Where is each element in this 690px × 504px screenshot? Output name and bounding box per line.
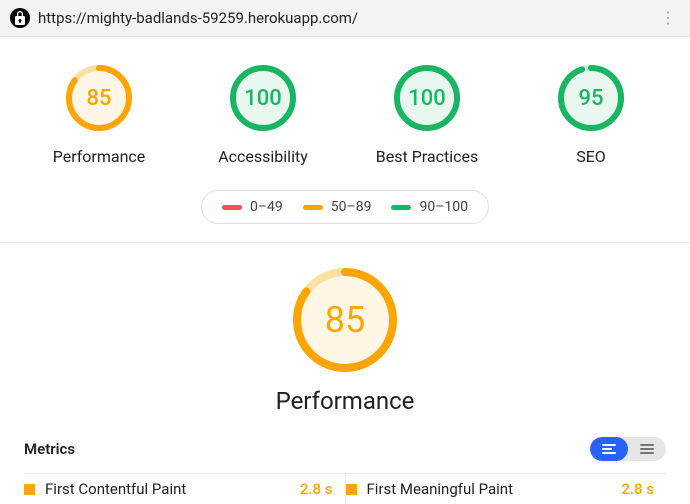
- score-legend: 0–49 50–89 90–100: [0, 190, 690, 224]
- performance-score-value: 85: [290, 265, 400, 375]
- metric-value: 2.8 s: [621, 480, 654, 498]
- score-performance[interactable]: 85 Performance: [39, 63, 159, 166]
- score-seo[interactable]: 95 SEO: [531, 63, 651, 166]
- toggle-descriptive-button[interactable]: [590, 437, 628, 461]
- metrics-title: Metrics: [24, 440, 75, 458]
- url-bar: https://mighty-badlands-59259.herokuapp.…: [0, 0, 690, 37]
- more-menu-icon[interactable]: ⋮: [656, 6, 680, 30]
- score-accessibility[interactable]: 100 Accessibility: [203, 63, 323, 166]
- legend-range: 90–100: [419, 199, 468, 215]
- metrics-list: First Contentful Paint 2.8 s First Meani…: [0, 465, 690, 504]
- performance-section: 85 Performance Metrics First Contentful …: [0, 243, 690, 504]
- metric-name: First Contentful Paint: [45, 480, 300, 498]
- site-identity-icon[interactable]: [10, 8, 30, 28]
- metric-first-contentful-paint[interactable]: First Contentful Paint 2.8 s: [24, 473, 345, 504]
- performance-gauge: 85: [290, 265, 400, 375]
- legend-swatch-icon: [303, 205, 323, 210]
- score-value: 95: [556, 63, 626, 133]
- legend-range: 0–49: [250, 199, 283, 215]
- url-text[interactable]: https://mighty-badlands-59259.herokuapp.…: [38, 9, 656, 27]
- metric-status-icon: [346, 484, 357, 495]
- metrics-view-toggle: [590, 437, 666, 461]
- score-best-practices[interactable]: 100 Best Practices: [367, 63, 487, 166]
- legend-swatch-icon: [391, 205, 411, 210]
- metric-first-meaningful-paint[interactable]: First Meaningful Paint 2.8 s: [346, 473, 667, 504]
- legend-range: 50–89: [331, 199, 372, 215]
- performance-heading: Performance: [276, 387, 415, 415]
- legend-item-pass: 90–100: [391, 199, 468, 215]
- legend-item-fail: 0–49: [222, 199, 283, 215]
- metric-name: First Meaningful Paint: [367, 480, 622, 498]
- legend-item-average: 50–89: [303, 199, 372, 215]
- score-value: 100: [228, 63, 298, 133]
- toggle-compact-button[interactable]: [628, 437, 666, 461]
- score-value: 100: [392, 63, 462, 133]
- scores-summary: 85 Performance 100 Accessibility 100 Bes…: [0, 37, 690, 176]
- metric-status-icon: [24, 484, 35, 495]
- score-value: 85: [64, 63, 134, 133]
- score-label: SEO: [576, 147, 606, 166]
- score-label: Performance: [53, 147, 146, 166]
- score-label: Accessibility: [218, 147, 308, 166]
- score-label: Best Practices: [376, 147, 478, 166]
- legend-swatch-icon: [222, 205, 242, 210]
- metric-value: 2.8 s: [300, 480, 333, 498]
